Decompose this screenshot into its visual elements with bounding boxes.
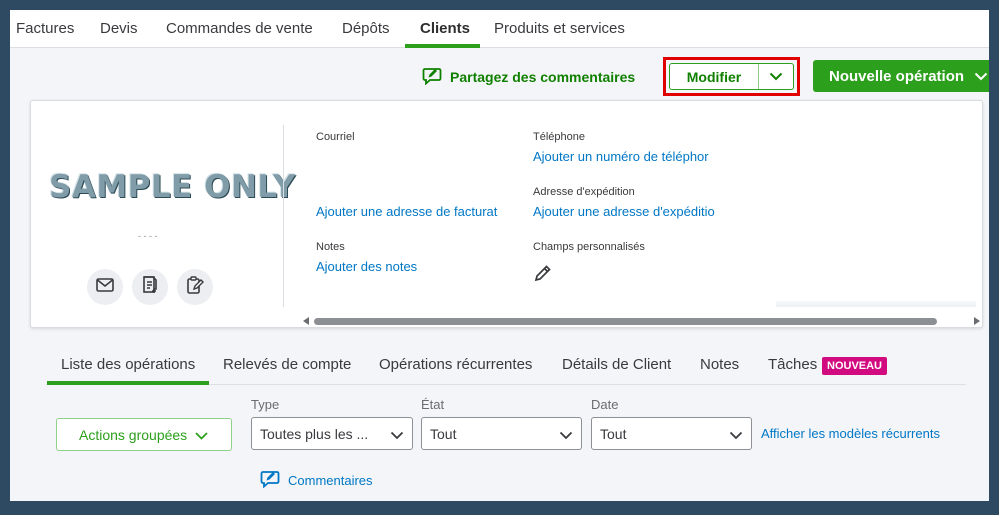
- create-task-button[interactable]: [177, 269, 213, 305]
- tab-customer-details[interactable]: Détails de Client: [562, 356, 671, 373]
- active-tab-indicator: [405, 44, 480, 48]
- custom-fields-label: Champs personnalisés: [533, 241, 645, 253]
- email-label: Courriel: [316, 131, 355, 143]
- feedback-label: Partagez des commentaires: [450, 69, 636, 85]
- clipboard-edit-icon: [186, 275, 204, 299]
- add-document-icon: [142, 275, 158, 299]
- share-feedback-link[interactable]: Partagez des commentaires: [422, 66, 635, 88]
- new-transaction-label: Nouvelle opération: [829, 67, 965, 85]
- shipping-address-label: Adresse d'expédition: [533, 186, 635, 198]
- add-billing-address-link[interactable]: Ajouter une adresse de facturat: [316, 204, 498, 219]
- customer-info-card: SAMPLE ONLY - - - - Courriel Ajouter une…: [30, 100, 983, 328]
- chevron-down-icon: [974, 68, 988, 85]
- scroll-left-arrow[interactable]: [303, 317, 309, 325]
- new-badge: NOUVEAU: [822, 357, 888, 375]
- card-overflow-panel: [736, 101, 982, 313]
- top-navigation: Factures Devis Commandes de vente Dépôts…: [10, 10, 989, 48]
- envelope-icon: [96, 277, 114, 297]
- show-recurring-templates-link[interactable]: Afficher les modèles récurrents: [761, 426, 940, 441]
- status-filter-select[interactable]: Tout: [421, 417, 582, 450]
- date-filter-label: Date: [591, 397, 619, 412]
- add-notes-link[interactable]: Ajouter des notes: [316, 259, 417, 274]
- card-divider: [283, 125, 284, 307]
- type-filter-value: Toutes plus les ...: [260, 425, 369, 442]
- edit-button[interactable]: Modifier: [670, 64, 759, 89]
- tab-products-services[interactable]: Produits et services: [494, 20, 625, 37]
- chevron-down-icon: [559, 427, 573, 443]
- chevron-down-icon: [769, 68, 783, 86]
- add-phone-link[interactable]: Ajouter un numéro de téléphor: [533, 149, 715, 164]
- tab-notes[interactable]: Notes: [700, 356, 739, 373]
- edit-button-highlight: Modifier: [663, 57, 800, 96]
- edit-split-button: Modifier: [669, 63, 794, 90]
- scroll-right-arrow[interactable]: [974, 317, 980, 325]
- pencil-icon[interactable]: [534, 264, 552, 287]
- comments-label: Commentaires: [288, 473, 373, 488]
- edit-dropdown-button[interactable]: [759, 64, 793, 89]
- tab-transaction-list[interactable]: Liste des opérations: [61, 356, 195, 373]
- create-invoice-button[interactable]: [132, 269, 168, 305]
- tab-estimates[interactable]: Devis: [100, 20, 138, 37]
- customer-logo-watermark: SAMPLE ONLY: [49, 169, 296, 205]
- add-shipping-address-link[interactable]: Ajouter une adresse d'expéditio: [533, 204, 715, 219]
- chevron-down-icon: [729, 427, 743, 443]
- tab-invoices[interactable]: Factures: [16, 20, 74, 37]
- tab-customers[interactable]: Clients: [420, 20, 470, 37]
- chevron-down-icon: [390, 427, 404, 443]
- tab-deposits[interactable]: Dépôts: [342, 20, 390, 37]
- notes-label: Notes: [316, 241, 345, 253]
- email-action-button[interactable]: [87, 269, 123, 305]
- type-filter-select[interactable]: Toutes plus les ...: [251, 417, 413, 450]
- comment-icon: [260, 470, 280, 491]
- type-filter-label: Type: [251, 397, 280, 412]
- scrollbar-thumb[interactable]: [314, 318, 937, 325]
- active-subtab-indicator: [47, 381, 209, 385]
- date-filter-select[interactable]: Tout: [591, 417, 752, 450]
- bulk-actions-dropdown[interactable]: Actions groupées: [56, 418, 232, 451]
- bulk-actions-label: Actions groupées: [79, 426, 188, 443]
- tab-statements[interactable]: Relevés de compte: [223, 356, 351, 373]
- new-transaction-button[interactable]: Nouvelle opération: [813, 60, 989, 92]
- chevron-down-icon: [195, 427, 208, 443]
- tab-sales-orders[interactable]: Commandes de vente: [166, 20, 313, 37]
- tab-recurring-transactions[interactable]: Opérations récurrentes: [379, 356, 532, 373]
- status-filter-label: État: [421, 397, 445, 412]
- phone-label: Téléphone: [533, 131, 585, 143]
- feedback-icon: [422, 67, 442, 88]
- customer-placeholder-text: - - - -: [138, 231, 158, 241]
- comments-link[interactable]: Commentaires: [260, 470, 373, 491]
- app-window: Factures Devis Commandes de vente Dépôts…: [10, 10, 989, 501]
- date-filter-value: Tout: [600, 425, 627, 442]
- customer-detail-tabs: Liste des opérations Relevés de compte O…: [46, 353, 966, 385]
- card-horizontal-scrollbar[interactable]: [301, 314, 982, 327]
- card-overflow-shadow: [776, 301, 976, 307]
- status-filter-value: Tout: [430, 425, 457, 442]
- tab-tasks[interactable]: Tâches: [768, 356, 817, 373]
